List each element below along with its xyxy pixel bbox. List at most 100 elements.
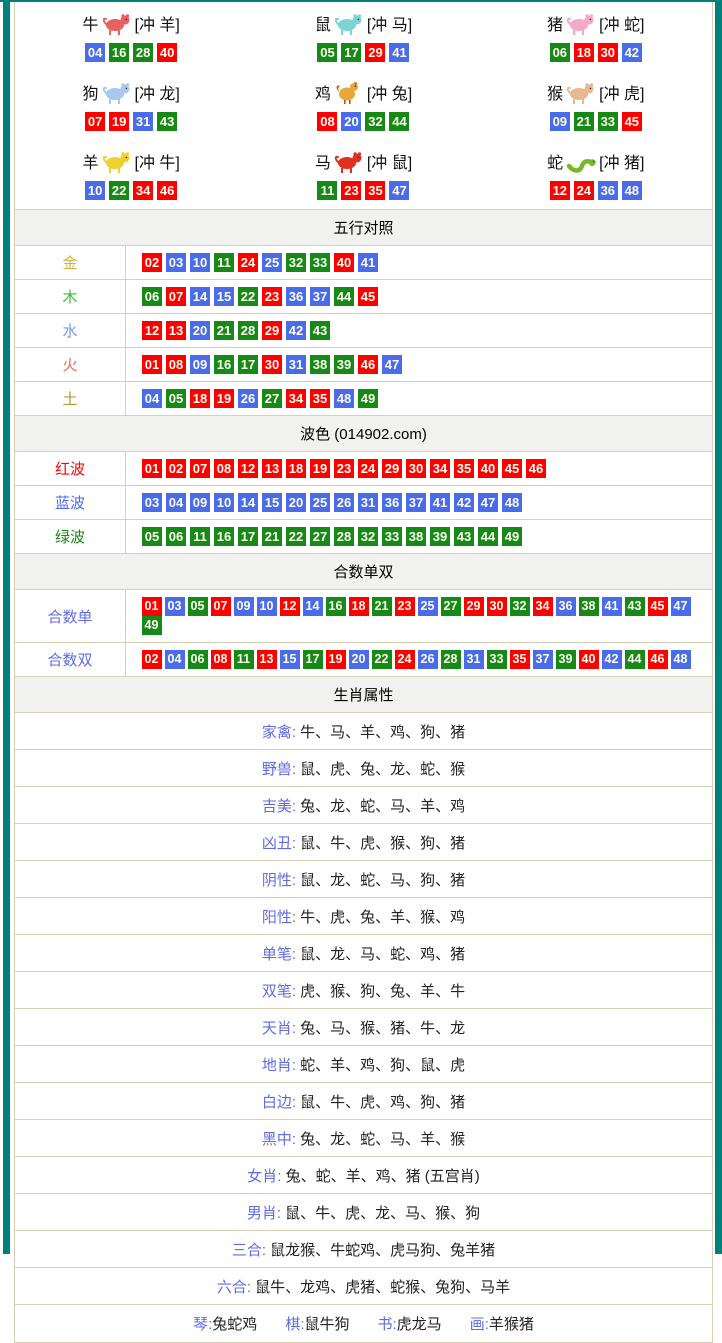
- number-box: 07: [166, 287, 186, 306]
- number-box: 41: [430, 493, 450, 512]
- number-box: 23: [341, 181, 361, 200]
- number-box: 15: [262, 493, 282, 512]
- number-box: 46: [526, 459, 546, 478]
- number-box: 38: [406, 527, 426, 546]
- goat-icon: [102, 148, 132, 174]
- attribute-label: 天肖:: [262, 1020, 300, 1037]
- number-box: 08: [317, 112, 337, 131]
- row-label: 木: [15, 280, 126, 313]
- number-box: 22: [238, 287, 258, 306]
- attribute-value: 兔、龙、蛇、马、羊、鸡: [300, 798, 465, 815]
- number-box: 12: [280, 597, 300, 616]
- zodiac-clash: [冲 龙]: [135, 80, 180, 104]
- attribute-label: 凶丑:: [262, 835, 300, 852]
- number-box: 11: [234, 650, 254, 669]
- attribute-label: 地肖:: [262, 1057, 300, 1074]
- number-box: 40: [157, 43, 177, 62]
- number-box: 10: [85, 181, 105, 200]
- attribute-label: 白边:: [262, 1094, 300, 1111]
- bottom-segment: 画:羊猴猪: [470, 1316, 534, 1333]
- attribute-value: 牛、虎、兔、羊、猴、鸡: [300, 909, 465, 926]
- table-row: 蓝波03040910141520252631363741424748: [15, 486, 712, 520]
- table-row: 水1213202128294243: [15, 314, 712, 348]
- number-box: 32: [358, 527, 378, 546]
- number-box: 24: [574, 181, 594, 200]
- number-box: 05: [166, 389, 186, 408]
- number-box: 06: [142, 287, 162, 306]
- dog-icon: [102, 79, 132, 105]
- number-box: 27: [310, 527, 330, 546]
- number-box: 08: [214, 459, 234, 478]
- table-row: 火0108091617303138394647: [15, 348, 712, 382]
- zodiac-numbers: 06183042: [480, 43, 712, 62]
- table-row: 土04051819262734354849: [15, 382, 712, 415]
- attribute-value: 鼠、牛、虎、龙、马、猴、狗: [285, 1205, 480, 1222]
- wuxing-rows: 金02031011242532334041木060714152223363744…: [15, 246, 712, 415]
- zodiac-cell-pig: 猪 [冲 蛇]06183042: [480, 2, 712, 71]
- attribute-label: 三合:: [232, 1242, 270, 1259]
- zodiac-cell-ox: 牛 [冲 羊]04162840: [15, 2, 247, 71]
- number-box: 20: [190, 321, 210, 340]
- number-box: 21: [214, 321, 234, 340]
- attribute-value: 兔、龙、蛇、马、羊、猴: [300, 1131, 465, 1148]
- attribute-value: 兔、蛇、羊、鸡、猪 (五宫肖): [286, 1168, 480, 1185]
- zodiac-cell-snake: 蛇 [冲 猪]12243648: [480, 140, 712, 209]
- number-box: 47: [382, 355, 402, 374]
- zodiac-name: 鼠: [315, 11, 331, 35]
- zodiac-label: 蛇 [冲 猪]: [480, 141, 712, 181]
- number-box: 20: [341, 112, 361, 131]
- number-box: 39: [556, 650, 576, 669]
- zodiac-name: 马: [315, 149, 331, 173]
- zodiac-clash: [冲 鼠]: [367, 149, 412, 173]
- attribute-value: 蛇、羊、鸡、狗、鼠、虎: [300, 1057, 465, 1074]
- zodiac-label: 鼠 [冲 马]: [247, 3, 479, 43]
- number-box: 07: [190, 459, 210, 478]
- attribute-value: 鼠牛、龙鸡、虎猪、蛇猴、兔狗、马羊: [255, 1279, 510, 1296]
- number-box: 17: [238, 355, 258, 374]
- number-box: 44: [389, 112, 409, 131]
- attribute-value: 鼠、龙、马、蛇、鸡、猪: [300, 946, 465, 963]
- zodiac-numbers: 08203244: [247, 112, 479, 131]
- number-box: 19: [326, 650, 346, 669]
- attribute-label: 阳性:: [262, 909, 300, 926]
- monkey-icon: [566, 79, 596, 105]
- section-header-wuxing: 五行对照: [15, 209, 712, 246]
- bose-rows: 红波0102070812131819232429303435404546蓝波03…: [15, 452, 712, 553]
- attribute-row: 阳性: 牛、虎、兔、羊、猴、鸡: [15, 898, 712, 935]
- number-box: 42: [286, 321, 306, 340]
- number-box: 28: [441, 650, 461, 669]
- number-box: 11: [190, 527, 210, 546]
- number-box: 14: [190, 287, 210, 306]
- table-row: 金02031011242532334041: [15, 246, 712, 280]
- number-box: 07: [85, 112, 105, 131]
- number-box: 48: [671, 650, 691, 669]
- row-numbers: 06071415222336374445: [126, 280, 712, 313]
- zodiac-grid: 牛 [冲 羊]04162840鼠 [冲 马]05172941猪: [15, 2, 712, 209]
- zodiac-label: 马 [冲 鼠]: [247, 141, 479, 181]
- zodiac-name: 羊: [82, 149, 98, 173]
- number-box: 32: [510, 597, 530, 616]
- number-box: 43: [310, 321, 330, 340]
- number-box: 05: [142, 527, 162, 546]
- qin-qi-shu-hua-row: 琴:兔蛇鸡棋:鼠牛狗书:虎龙马画:羊猴猪: [15, 1305, 712, 1342]
- zodiac-cell-dog: 狗 [冲 龙]07193143: [15, 71, 247, 140]
- attribute-row: 阴性: 鼠、龙、蛇、马、狗、猪: [15, 861, 712, 898]
- zodiac-label: 羊 [冲 牛]: [15, 141, 247, 181]
- number-box: 10: [190, 253, 210, 272]
- number-box: 01: [142, 355, 162, 374]
- number-box: 30: [406, 459, 426, 478]
- number-box: 43: [157, 112, 177, 131]
- number-box: 36: [598, 181, 618, 200]
- number-box: 21: [262, 527, 282, 546]
- attribute-label: 家禽:: [262, 724, 300, 741]
- bottom-segment-value: 虎龙马: [397, 1316, 442, 1333]
- number-box: 42: [454, 493, 474, 512]
- number-box: 45: [648, 597, 668, 616]
- number-box: 04: [85, 43, 105, 62]
- attribute-row: 三合: 鼠龙猴、牛蛇鸡、虎马狗、兔羊猪: [15, 1231, 712, 1268]
- bottom-segment-value: 羊猴猪: [489, 1316, 534, 1333]
- rooster-icon: [334, 79, 364, 105]
- zodiac-numbers: 11233547: [247, 181, 479, 200]
- number-box: 09: [190, 355, 210, 374]
- number-box: 19: [214, 389, 234, 408]
